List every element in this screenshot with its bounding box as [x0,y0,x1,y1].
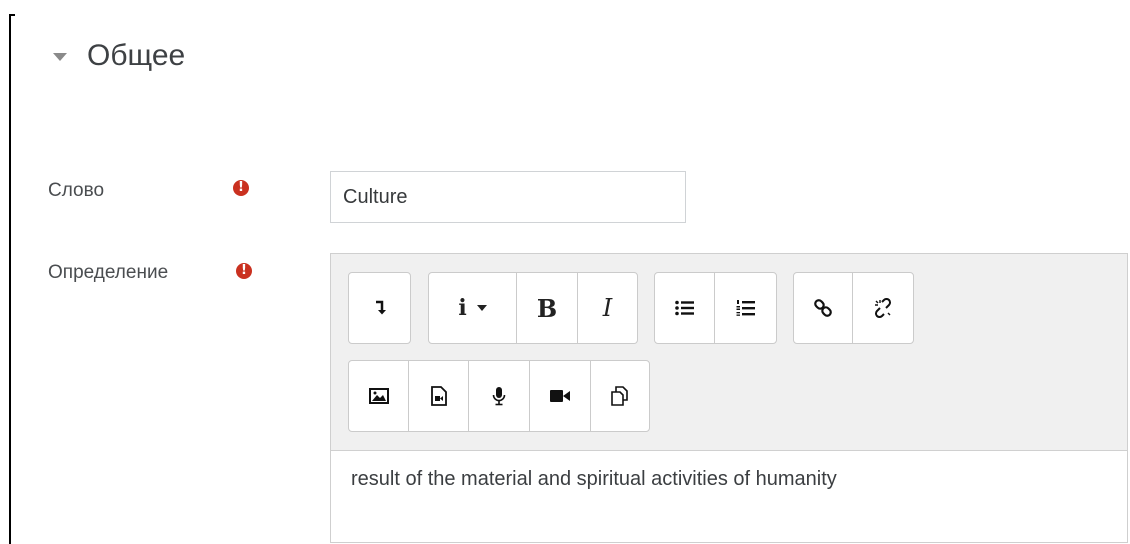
image-icon [368,388,389,404]
italic-icon: I [602,294,613,322]
media-file-icon [430,386,447,406]
definition-editor: i B I result of the material and spiritu… [330,253,1128,543]
arrow-down-hook-icon [375,300,386,315]
link-icon [814,299,832,317]
section-general-toggle[interactable]: Общее [53,34,185,78]
toolbar-group-media [348,360,650,432]
section-title: Общее [87,39,186,72]
definition-content-area[interactable]: result of the material and spiritual act… [331,450,1127,542]
unlink-button[interactable] [853,273,913,343]
ordered-list-button[interactable] [715,273,776,343]
toolbar-group-collapse [348,272,411,344]
toolbar-group-style: i B I [428,272,638,344]
bold-button[interactable]: B [517,273,578,343]
required-icon: ! [236,263,252,279]
toolbar-group-lists [654,272,777,344]
toolbar-row-1: i B I [348,272,930,344]
bold-icon: B [536,293,558,323]
toolbar-group-links [793,272,914,344]
left-border-tick [9,14,15,16]
definition-label: Определение [48,262,169,283]
insert-image-button[interactable] [349,361,409,431]
italic-button[interactable]: I [578,273,637,343]
microphone-icon [492,387,506,406]
left-border-line [9,14,11,544]
caret-down-icon [53,53,67,61]
manage-files-button[interactable] [591,361,649,431]
link-button[interactable] [794,273,853,343]
record-video-button[interactable] [530,361,591,431]
record-audio-button[interactable] [469,361,530,431]
bullet-list-icon [674,300,694,316]
toolbar-row-2 [348,360,666,432]
required-icon: ! [233,180,249,196]
numbered-list-icon [736,300,755,316]
word-label: Слово [48,180,105,201]
paragraph-styles-button[interactable]: i [429,273,517,343]
unordered-list-button[interactable] [655,273,715,343]
word-input[interactable]: Culture [330,171,686,223]
manage-files-icon [611,386,628,406]
video-camera-icon [550,390,570,402]
dropdown-caret-icon [476,305,487,311]
unlink-icon [874,298,892,318]
insert-media-button[interactable] [409,361,469,431]
collapse-toolbar-button[interactable] [349,273,410,343]
info-icon: i [458,295,467,321]
